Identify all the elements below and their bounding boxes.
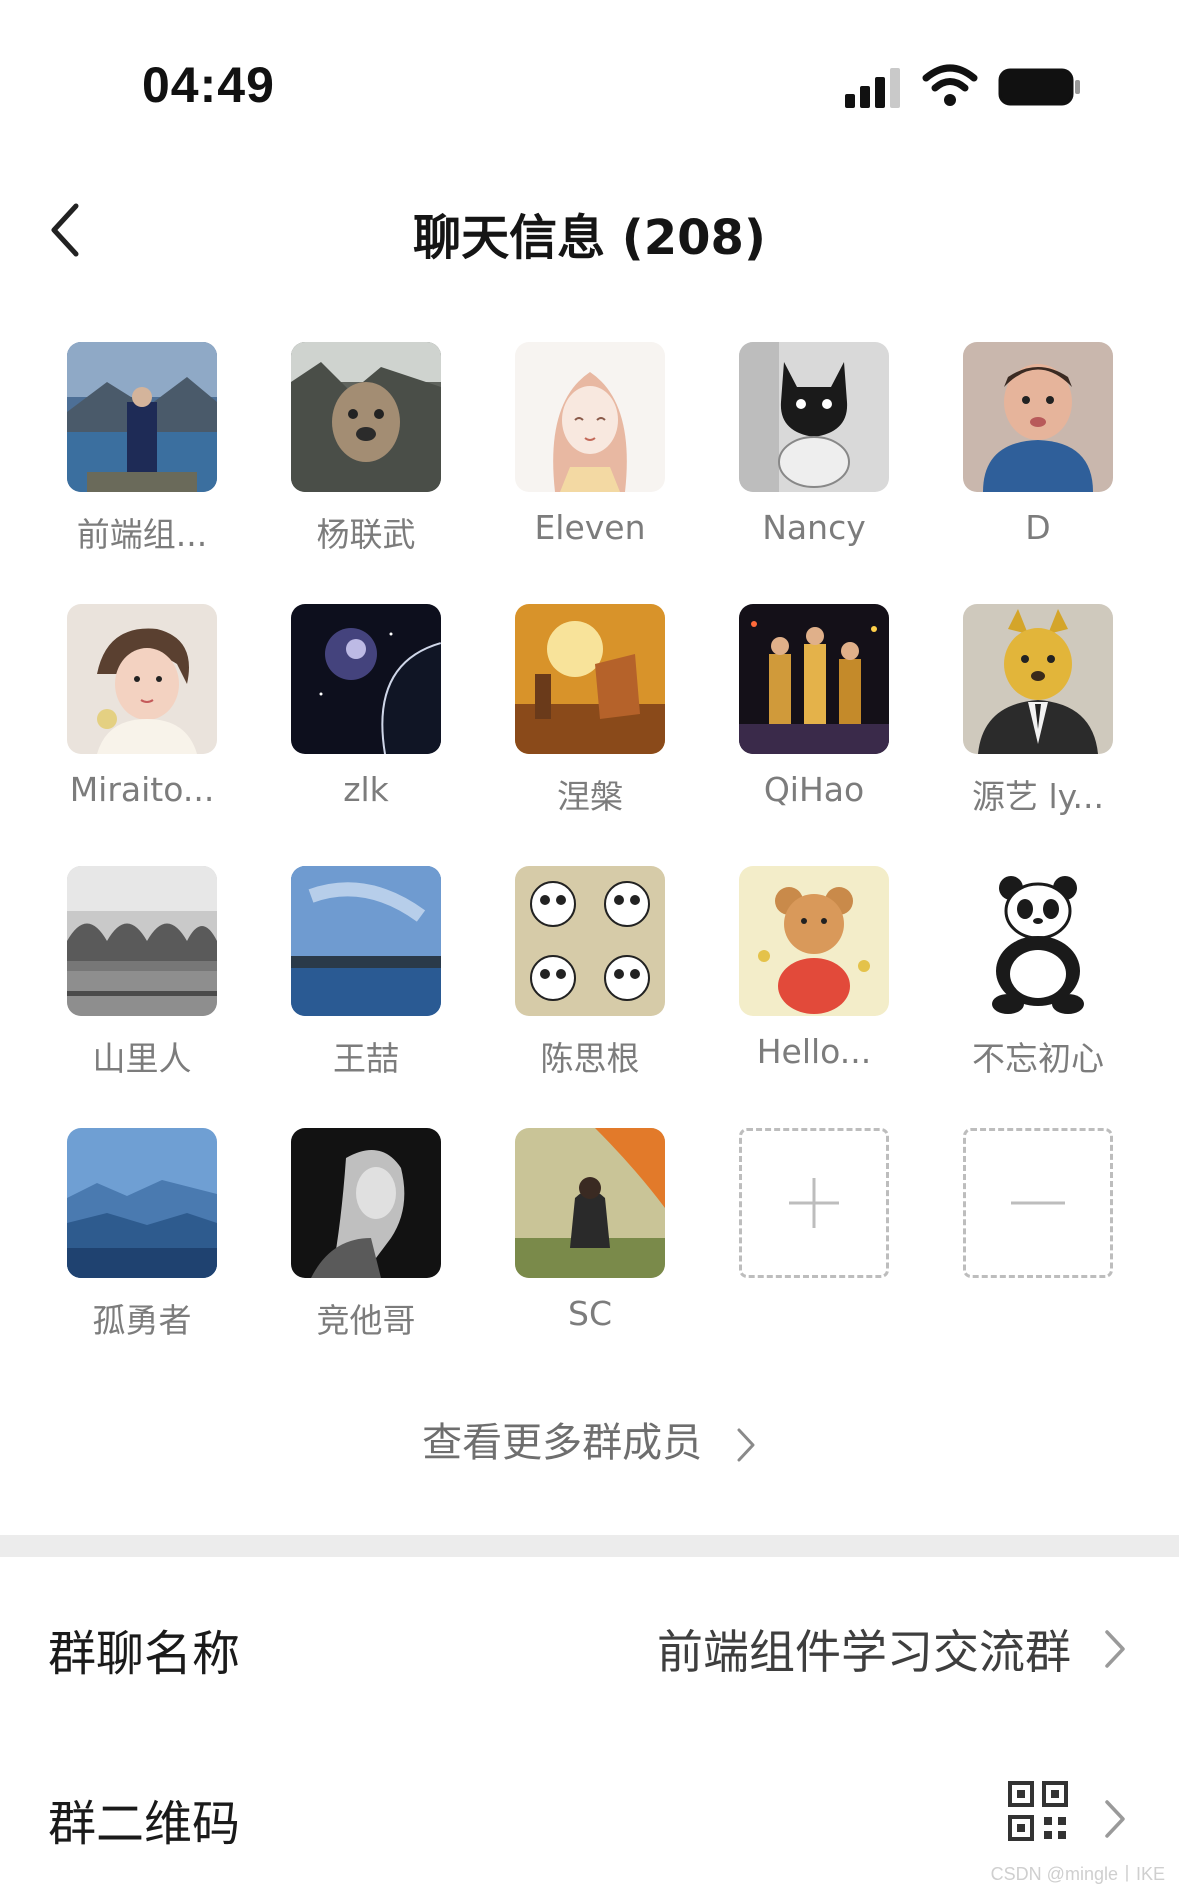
group-qr-label: 群二维码: [48, 1796, 241, 1852]
member-name: SC: [568, 1294, 612, 1333]
dog-photo-icon: [291, 342, 441, 492]
nav-bar: 聊天信息 (208): [0, 170, 1179, 290]
member-item[interactable]: Hello...: [702, 866, 926, 1096]
member-name: Nancy: [762, 508, 866, 547]
sky-lake-icon: [291, 866, 441, 1016]
member-name: 源艺 ly...: [972, 777, 1104, 816]
member-item[interactable]: 源艺 ly...: [926, 604, 1150, 834]
status-bar: 04:49: [0, 0, 1179, 150]
galaxy-planet-icon: [291, 604, 441, 754]
suit-dog-icon: [963, 604, 1113, 754]
status-time: 04:49: [142, 57, 275, 113]
chevron-right-icon: [737, 1428, 755, 1462]
remove-member-button[interactable]: [926, 1128, 1150, 1358]
member-name: 孤勇者: [92, 1301, 192, 1340]
member-name: D: [1025, 508, 1051, 547]
battery-icon: [998, 68, 1080, 106]
member-item[interactable]: 不忘初心: [926, 866, 1150, 1096]
member-name: Eleven: [534, 508, 646, 547]
landscape-person-icon: [67, 342, 217, 492]
member-item[interactable]: SC: [478, 1128, 702, 1358]
watermark-text: CSDN @mingle丨IKE: [990, 1864, 1165, 1884]
panda-collage-icon: [515, 866, 665, 1016]
member-item[interactable]: 孤勇者: [30, 1128, 254, 1358]
blue-mountains-icon: [67, 1128, 217, 1278]
member-item[interactable]: Nancy: [702, 342, 926, 572]
bw-portrait-icon: [291, 1128, 441, 1278]
member-name: 杨联武: [316, 515, 416, 554]
section-divider: [0, 1535, 1179, 1557]
child-photo-icon: [963, 342, 1113, 492]
member-item[interactable]: Miraito...: [30, 604, 254, 834]
chevron-right-icon: [1105, 1800, 1125, 1838]
teddy-bear-icon: [739, 866, 889, 1016]
member-item[interactable]: 前端组...: [30, 342, 254, 572]
member-name: 竞他哥: [316, 1301, 416, 1340]
dancers-photo-icon: [739, 604, 889, 754]
member-name: QiHao: [763, 770, 865, 809]
sunset-figure-icon: [515, 604, 665, 754]
member-name: 不忘初心: [972, 1039, 1104, 1078]
wifi-icon: [922, 64, 978, 106]
girl-photo-icon: [67, 604, 217, 754]
black-cat-icon: [739, 342, 889, 492]
qr-code-icon: [1008, 1781, 1068, 1841]
member-name: 前端组...: [76, 515, 208, 554]
group-name-value: 前端组件学习交流群: [657, 1625, 1071, 1679]
member-name: zlk: [343, 770, 389, 809]
member-name: Miraito...: [69, 770, 215, 809]
page-title: 聊天信息 (208): [413, 210, 766, 266]
anime-girl-sketch-icon: [515, 342, 665, 492]
member-item[interactable]: 山里人: [30, 866, 254, 1096]
member-item[interactable]: 竞他哥: [254, 1128, 478, 1358]
group-name-row[interactable]: 群聊名称 前端组件学习交流群: [0, 1570, 1179, 1720]
bridge-photo-icon: [67, 866, 217, 1016]
remove-member-icon: [1011, 1201, 1065, 1205]
member-name: 涅槃: [557, 777, 623, 816]
panda-cartoon-icon: [963, 866, 1113, 1016]
cellular-signal-icon: [845, 68, 900, 108]
member-name: 陈思根: [540, 1039, 640, 1078]
member-name: 王喆: [333, 1039, 399, 1078]
chat-info-screen: 04:49 聊天信息 (208) 前端组... 杨联武 Eleven Nancy…: [0, 0, 1179, 1892]
view-more-members-link[interactable]: 查看更多群成员: [0, 1410, 1179, 1470]
member-item[interactable]: QiHao: [702, 604, 926, 834]
member-name: 山里人: [92, 1039, 192, 1078]
sitting-person-icon: [515, 1128, 665, 1278]
add-member-icon: [789, 1178, 839, 1228]
add-member-button[interactable]: [702, 1128, 926, 1358]
member-item[interactable]: zlk: [254, 604, 478, 834]
member-item[interactable]: D: [926, 342, 1150, 572]
member-item[interactable]: Eleven: [478, 342, 702, 572]
group-name-label: 群聊名称: [48, 1626, 241, 1682]
member-item[interactable]: 王喆: [254, 866, 478, 1096]
member-item[interactable]: 陈思根: [478, 866, 702, 1096]
chevron-right-icon: [1105, 1630, 1125, 1668]
member-name: Hello...: [756, 1032, 872, 1071]
member-item[interactable]: 杨联武: [254, 342, 478, 572]
view-more-members-label: 查看更多群成员: [422, 1420, 703, 1466]
member-item[interactable]: 涅槃: [478, 604, 702, 834]
